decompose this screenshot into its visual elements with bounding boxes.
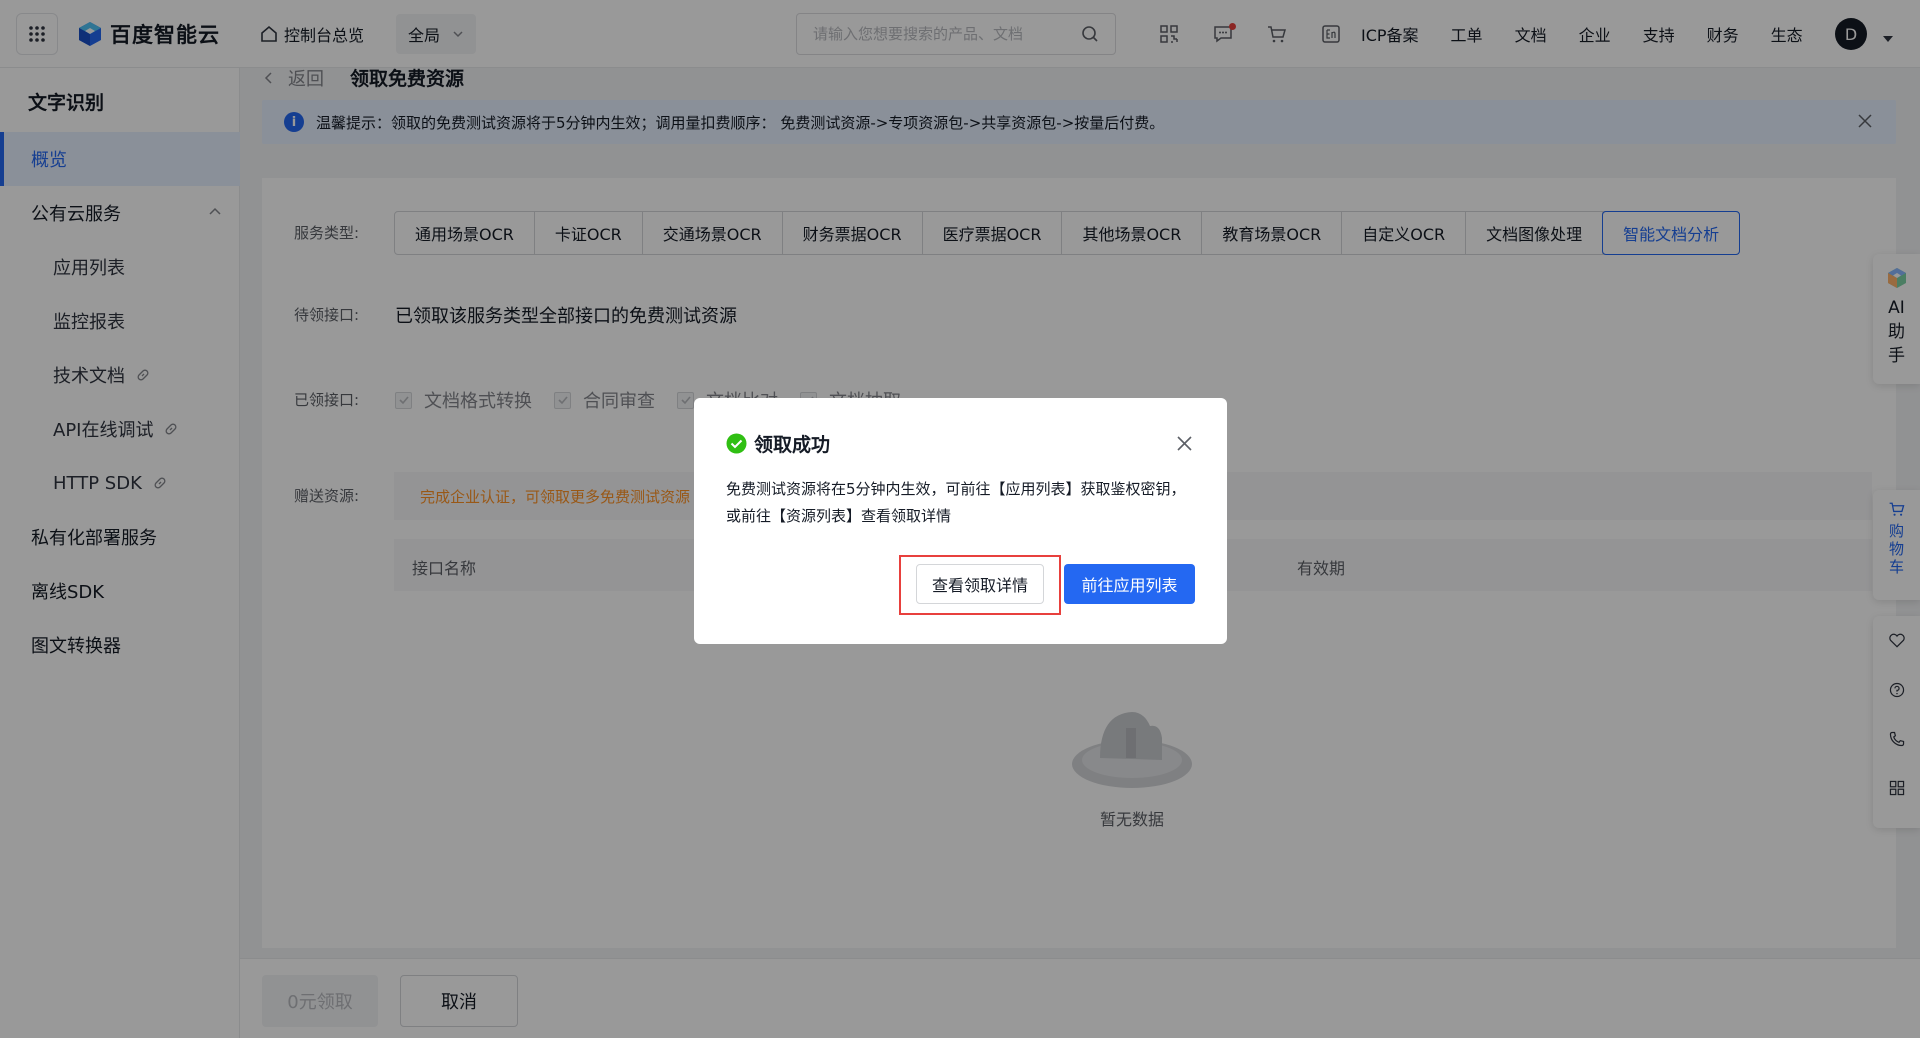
dialog-title-text: 领取成功 [754,434,831,456]
dialog-title: 领取成功 [726,430,830,457]
dialog-body: 免费测试资源将在5分钟内生效，可前往【应用列表】获取鉴权密钥，或前往【资源列表】… [726,480,1186,525]
view-claim-details-button[interactable]: 查看领取详情 [916,564,1044,604]
success-check-icon [726,433,747,454]
dialog-close-icon[interactable] [1176,435,1193,452]
claim-success-dialog: 领取成功 免费测试资源将在5分钟内生效，可前往【应用列表】获取鉴权密钥，或前往【… [694,398,1227,644]
go-to-app-list-button[interactable]: 前往应用列表 [1064,564,1195,604]
